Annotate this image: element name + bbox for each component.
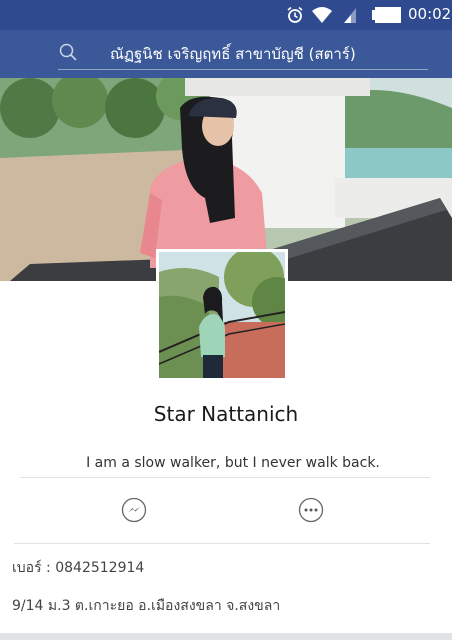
profile-name: Star Nattanich [153,402,299,426]
profile-photo-image [159,252,285,378]
search-query-text[interactable]: ณัฏฐนิช เจริญฤทธิ์ สาขาบัญชี (สตาร์) [110,42,356,66]
battery-icon [372,7,401,23]
more-icon[interactable] [298,497,324,523]
bottom-strip [0,633,452,640]
alarm-icon [287,6,303,23]
profile-photo[interactable] [156,249,288,381]
status-bar: 00:02 [0,0,452,30]
messenger-icon[interactable] [121,497,147,523]
clock-time: 00:02 [408,5,452,23]
profile-bio: I am a slow walker, but I never walk bac… [86,455,380,471]
address-info: 9/14 ม.3 ต.เกาะยอ อ.เมืองสงขลา จ.สงขลา [12,598,281,614]
divider [20,477,430,478]
signal-icon [344,8,356,23]
phone-info: เบอร์ : 0842512914 [12,560,145,576]
search-underline [58,69,428,70]
divider [14,543,430,544]
search-icon[interactable] [59,43,77,61]
search-header: ณัฏฐนิช เจริญฤทธิ์ สาขาบัญชี (สตาร์) [0,30,452,78]
wifi-icon [312,7,332,23]
